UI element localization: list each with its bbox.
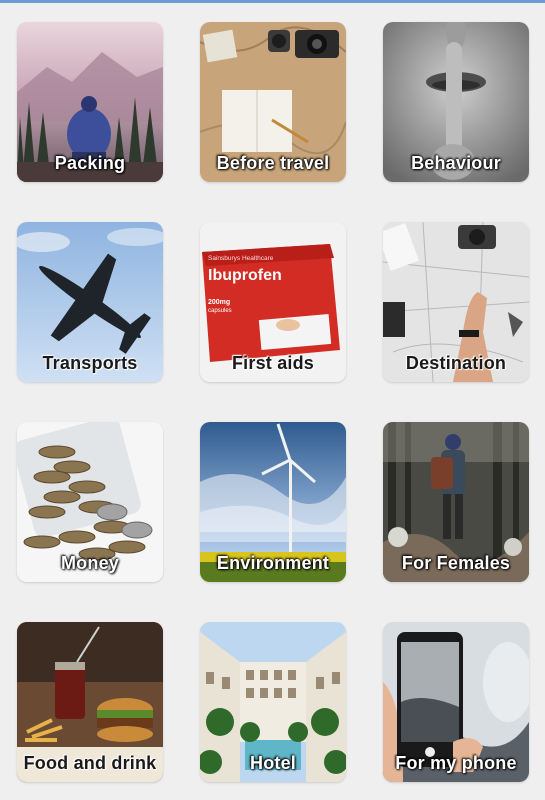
tile-label: Food and drink [23, 753, 157, 773]
tile-label: Before travel [216, 153, 330, 173]
category-grid: Packing Before travel Behaviour Transpor… [0, 0, 545, 800]
tile-label: Destination [405, 353, 507, 373]
tile-label: Money [60, 553, 119, 573]
tile-money[interactable]: Money [17, 422, 163, 582]
tile-label: Transports [42, 353, 138, 373]
tile-label: Packing [54, 153, 126, 173]
tile-label: For my phone [395, 753, 517, 773]
package-dose: 200mg [208, 299, 230, 306]
tile-hotel[interactable]: Hotel [200, 622, 346, 782]
tile-first-aids[interactable]: Sainsburys Healthcare Ibuprofen 200mg ca… [200, 222, 346, 382]
tile-packing[interactable]: Packing [17, 22, 163, 182]
tile-label: First aids [231, 353, 315, 373]
tile-environment[interactable]: Environment [200, 422, 346, 582]
tile-food-and-drink[interactable]: Food and drink [17, 622, 163, 782]
tile-for-females[interactable]: For Females [383, 422, 529, 582]
tile-label: For Females [401, 553, 511, 573]
package-brand: Sainsburys Healthcare [208, 255, 274, 262]
package-name: Ibuprofen [208, 267, 282, 284]
tile-destination[interactable]: Destination [383, 222, 529, 382]
tile-label: Environment [216, 553, 330, 573]
tile-label: Behaviour [411, 153, 501, 173]
tile-for-my-phone[interactable]: For my phone [383, 622, 529, 782]
tile-label: Hotel [250, 753, 296, 773]
tile-before-travel[interactable]: Before travel [200, 22, 346, 182]
tile-behaviour[interactable]: Behaviour [383, 22, 529, 182]
tile-transports[interactable]: Transports [17, 222, 163, 382]
package-form: capsules [208, 308, 232, 314]
